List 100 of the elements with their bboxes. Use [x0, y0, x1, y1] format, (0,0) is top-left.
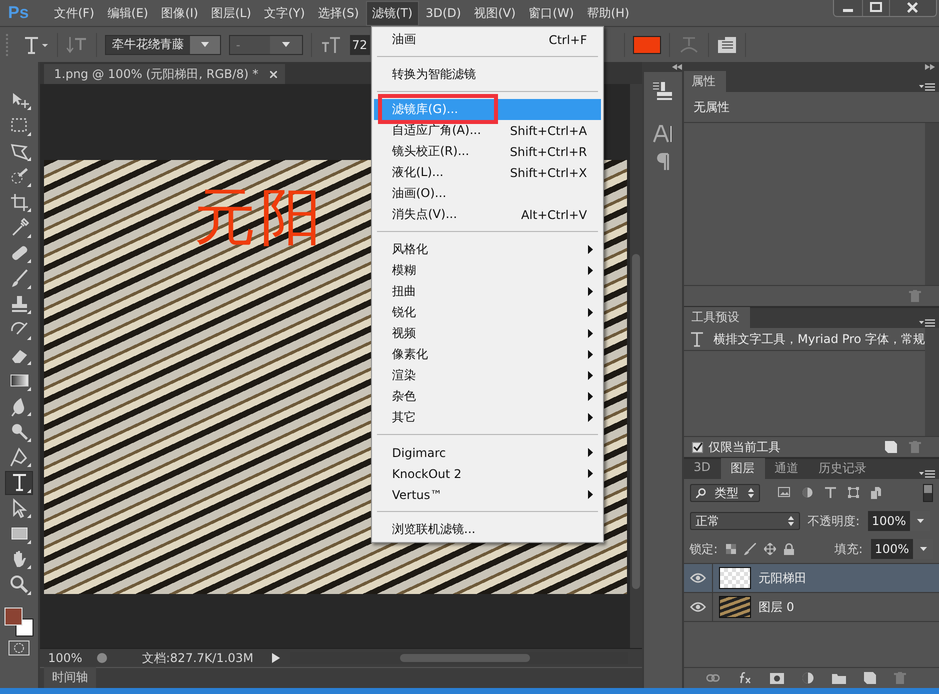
menu-item[interactable]: 渲染 [374, 365, 601, 386]
menu-item[interactable]: Vertus™ [374, 484, 601, 505]
menu-item[interactable]: 液化(L)... Shift+Ctrl+X [374, 162, 601, 183]
menu-item[interactable]: 模糊 [374, 260, 601, 281]
spinner-arrows-icon[interactable] [788, 516, 794, 526]
blend-mode-dropdown[interactable]: 正常 [690, 512, 800, 530]
menu-item[interactable]: 自适应广角(A)... Shift+Ctrl+A [374, 120, 601, 141]
lock-icon[interactable] [784, 543, 794, 555]
menu-item[interactable]: 扭曲 [374, 281, 601, 302]
layer-row[interactable]: 图层 0 [684, 593, 939, 622]
new-layer-icon[interactable] [864, 672, 876, 684]
quick-mask-icon[interactable] [8, 640, 30, 656]
menu-item[interactable]: 浏览联机滤镜... [374, 519, 601, 540]
expand-icon[interactable] [925, 64, 935, 70]
layer-filter-dropdown[interactable]: 类型 [690, 484, 760, 502]
menu-item[interactable]: 文字(Y) [258, 0, 311, 26]
document-tab[interactable]: 1.png @ 100% (元阳梯田, RGB/8) * [44, 64, 286, 84]
menu-item[interactable]: 编辑(E) [101, 0, 154, 26]
color-swatches-icon[interactable] [3, 606, 35, 638]
menu-item[interactable]: 油画(O)... [374, 183, 601, 204]
layer-name: 元阳梯田 [758, 570, 807, 586]
tool-preset-item[interactable]: 横排文字工具，Myriad Pro 字体，常规 [684, 328, 925, 351]
menu-item[interactable]: 其它 [374, 407, 601, 428]
layer-row[interactable]: 元阳梯田 [684, 564, 939, 593]
font-size-field[interactable]: 72 [350, 34, 370, 54]
tool-presets-icon[interactable] [652, 80, 674, 102]
text-color-swatch[interactable] [633, 36, 661, 54]
menu-item[interactable]: 镜头校正(R)... Shift+Ctrl+R [374, 141, 601, 162]
menu-item[interactable]: 杂色 [374, 386, 601, 407]
type-tool-icon[interactable] [5, 470, 33, 494]
dropdown-arrow-icon[interactable] [282, 42, 290, 47]
properties-message: 无属性 [684, 92, 939, 123]
search-icon [696, 488, 706, 498]
panel-tab[interactable]: 属性 [684, 71, 726, 92]
collapse-icon[interactable] [672, 64, 682, 70]
type-tool-icon [690, 331, 704, 347]
menu-item[interactable]: 帮助(H) [580, 0, 636, 26]
fill-field[interactable]: 100% [870, 539, 933, 559]
menu-item[interactable]: 风格化 [374, 239, 601, 260]
image-filter-icon[interactable] [778, 487, 790, 497]
menu-item[interactable]: 油画 Ctrl+F [374, 29, 601, 50]
zoom-level[interactable]: 100% [40, 651, 96, 665]
brush-icon[interactable] [744, 543, 756, 555]
menu-item[interactable]: 窗口(W) [522, 0, 580, 26]
dropdown-arrow-icon[interactable] [920, 547, 926, 551]
vertical-scrollbar[interactable] [630, 84, 642, 648]
menu-item[interactable]: 视图(V) [468, 0, 522, 26]
new-preset-icon[interactable] [885, 441, 897, 453]
menu-item[interactable]: 像素化 [374, 344, 601, 365]
opacity-field[interactable]: 100% [868, 511, 930, 531]
menu-item[interactable]: 滤镜(T) [366, 0, 419, 26]
panel-tab[interactable]: 图层 [720, 458, 765, 479]
timeline-tab[interactable]: 时间轴 [44, 667, 96, 688]
link-icon[interactable] [706, 674, 720, 682]
type-filter-icon[interactable] [824, 487, 836, 498]
adjustment-filter-icon[interactable] [802, 487, 813, 498]
menu-item[interactable]: 选择(S) [312, 0, 365, 26]
filter-toggle-icon[interactable] [923, 484, 933, 502]
vertical-scrollbar[interactable] [925, 328, 939, 436]
panel-menu-icon[interactable] [919, 83, 935, 92]
font-family-dropdown[interactable]: 牵牛花绕青藤 [105, 34, 221, 54]
character-icon[interactable] [652, 124, 674, 144]
smart-object-filter-icon[interactable] [870, 487, 881, 499]
panel-menu-icon[interactable] [919, 319, 935, 328]
dropdown-arrow-icon[interactable] [916, 519, 924, 523]
panel-tab[interactable]: 3D [684, 458, 721, 479]
panel-menu-icon[interactable] [919, 470, 935, 479]
dropdown-arrow-icon[interactable] [201, 42, 209, 47]
adjustment-layer-icon[interactable] [802, 672, 814, 684]
panels-toggle-icon[interactable] [717, 36, 737, 54]
status-menu-icon[interactable] [96, 652, 108, 664]
menu-item[interactable]: 3D(D) [420, 2, 468, 24]
spinner-arrows-icon[interactable] [748, 488, 754, 498]
menu-item[interactable]: Digimarc [374, 442, 601, 463]
play-arrow-icon[interactable] [272, 653, 280, 663]
eye-icon[interactable] [690, 573, 706, 583]
mask-icon[interactable] [770, 672, 784, 684]
lock-transparent-icon[interactable] [726, 544, 736, 554]
menu-item[interactable]: 视频 [374, 323, 601, 344]
opacity-label: 不透明度: [808, 512, 860, 530]
folder-icon[interactable] [832, 672, 846, 684]
fx-icon[interactable] [738, 672, 752, 684]
menu-item[interactable]: 锐化 [374, 302, 601, 323]
panel-tab[interactable]: 工具预设 [684, 307, 750, 328]
eye-icon[interactable] [690, 602, 706, 612]
menu-item[interactable]: 文件(F) [48, 0, 100, 26]
move-arrows-icon[interactable] [764, 543, 776, 555]
menu-item[interactable]: KnockOut 2 [374, 463, 601, 484]
menu-item[interactable]: 转换为智能滤镜 [374, 64, 601, 85]
checkbox-label: 仅限当前工具 [708, 438, 781, 456]
vertical-scrollbar[interactable] [925, 123, 939, 285]
menu-item[interactable]: 图层(L) [205, 0, 258, 26]
shape-filter-icon[interactable] [848, 487, 859, 498]
menu-item[interactable]: 图像(I) [155, 0, 204, 26]
panel-tab[interactable]: 通道 [764, 458, 809, 479]
paragraph-icon[interactable] [656, 152, 670, 172]
fill-label: 填充: [834, 540, 863, 558]
menu-item[interactable]: 消失点(V)... Alt+Ctrl+V [374, 204, 601, 225]
panel-tab[interactable]: 历史记录 [808, 458, 877, 479]
checkbox[interactable] [692, 442, 703, 452]
